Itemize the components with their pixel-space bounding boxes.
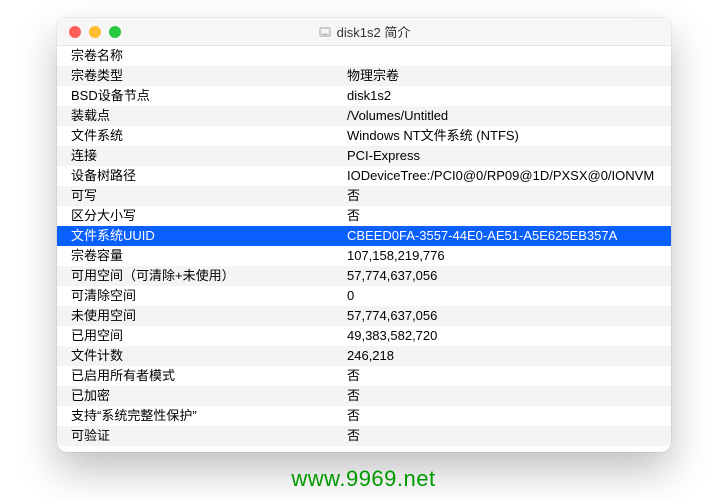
row-value: 246,218 (347, 346, 671, 366)
table-row[interactable]: 文件计数246,218 (57, 346, 671, 366)
row-value: 物理宗卷 (347, 66, 671, 86)
table-row[interactable]: 已启用所有者模式否 (57, 366, 671, 386)
row-label: 可清除空间 (57, 286, 347, 306)
row-value: 107,158,219,776 (347, 246, 671, 266)
row-value: Windows NT文件系统 (NTFS) (347, 126, 671, 146)
table-row[interactable]: 宗卷名称 (57, 46, 671, 66)
row-value: disk1s2 (347, 86, 671, 106)
table-row[interactable]: 文件系统Windows NT文件系统 (NTFS) (57, 126, 671, 146)
titlebar: disk1s2 简介 (57, 18, 671, 46)
minimize-button[interactable] (89, 26, 101, 38)
table-row[interactable]: BSD设备节点disk1s2 (57, 86, 671, 106)
row-value: CBEED0FA-3557-44E0-AE51-A5E625EB357A (347, 226, 671, 246)
window-title-wrap: disk1s2 简介 (57, 22, 671, 41)
row-label: 可写 (57, 186, 347, 206)
row-value: 否 (347, 366, 671, 386)
row-label: 已加密 (57, 386, 347, 406)
row-label: 装载点 (57, 106, 347, 126)
table-row[interactable]: 未使用空间57,774,637,056 (57, 306, 671, 326)
table-row[interactable]: 可清除空间0 (57, 286, 671, 306)
row-label: 未使用空间 (57, 306, 347, 326)
row-label: 支持“系统完整性保护” (57, 406, 347, 426)
row-value: 0 (347, 286, 671, 306)
row-label: 宗卷类型 (57, 66, 347, 86)
traffic-lights (57, 26, 121, 38)
row-label: 设备树路径 (57, 166, 347, 186)
row-label: 宗卷名称 (57, 46, 347, 66)
table-row[interactable]: 可写否 (57, 186, 671, 206)
row-value: PCI-Express (347, 146, 671, 166)
row-label: 连接 (57, 146, 347, 166)
table-row[interactable]: 宗卷类型物理宗卷 (57, 66, 671, 86)
row-label: 可验证 (57, 426, 347, 446)
close-button[interactable] (69, 26, 81, 38)
row-label: 文件计数 (57, 346, 347, 366)
row-value (347, 46, 671, 66)
row-label: 区分大小写 (57, 206, 347, 226)
row-label: BSD设备节点 (57, 86, 347, 106)
row-value: 否 (347, 426, 671, 446)
row-value: 49,383,582,720 (347, 326, 671, 346)
window-title: disk1s2 简介 (337, 22, 411, 41)
row-label: 宗卷容量 (57, 246, 347, 266)
table-row[interactable]: 可用空间（可清除+未使用）57,774,637,056 (57, 266, 671, 286)
row-value: 否 (347, 386, 671, 406)
watermark-text: www.9969.net (0, 466, 727, 492)
table-row[interactable]: 已加密否 (57, 386, 671, 406)
info-window: disk1s2 简介 宗卷名称宗卷类型物理宗卷BSD设备节点disk1s2装载点… (57, 18, 671, 452)
row-value: 57,774,637,056 (347, 266, 671, 286)
table-row[interactable]: 可验证否 (57, 426, 671, 446)
row-value: /Volumes/Untitled (347, 106, 671, 126)
row-label: 可用空间（可清除+未使用） (57, 266, 347, 286)
row-value: 否 (347, 206, 671, 226)
row-value: 57,774,637,056 (347, 306, 671, 326)
table-row[interactable]: 文件系统UUIDCBEED0FA-3557-44E0-AE51-A5E625EB… (57, 226, 671, 246)
table-row[interactable]: 区分大小写否 (57, 206, 671, 226)
row-label: 文件系统UUID (57, 226, 347, 246)
row-label: 已用空间 (57, 326, 347, 346)
table-row[interactable]: 已用空间49,383,582,720 (57, 326, 671, 346)
table-row[interactable]: 支持“系统完整性保护”否 (57, 406, 671, 426)
info-table[interactable]: 宗卷名称宗卷类型物理宗卷BSD设备节点disk1s2装载点/Volumes/Un… (57, 46, 671, 452)
row-value: 否 (347, 406, 671, 426)
table-row[interactable]: 连接PCI-Express (57, 146, 671, 166)
row-label: 已启用所有者模式 (57, 366, 347, 386)
table-row[interactable]: 宗卷容量107,158,219,776 (57, 246, 671, 266)
row-value: 否 (347, 186, 671, 206)
row-label: 文件系统 (57, 126, 347, 146)
row-value: IODeviceTree:/PCI0@0/RP09@1D/PXSX@0/IONV… (347, 166, 671, 186)
table-row[interactable]: 设备树路径IODeviceTree:/PCI0@0/RP09@1D/PXSX@0… (57, 166, 671, 186)
maximize-button[interactable] (109, 26, 121, 38)
table-row[interactable]: 装载点/Volumes/Untitled (57, 106, 671, 126)
disk-icon (318, 25, 332, 39)
